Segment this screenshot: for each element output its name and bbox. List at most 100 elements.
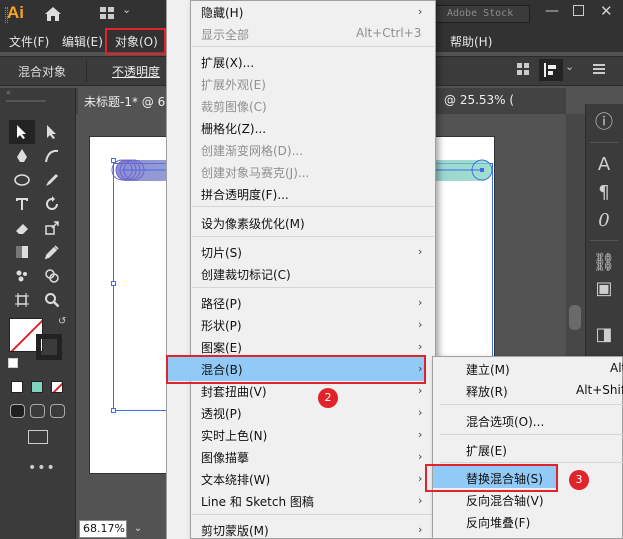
pencil-tool-icon[interactable] — [41, 169, 63, 191]
menu-item-show-all: 显示全部 — [201, 28, 250, 42]
color-mode-icon[interactable] — [11, 381, 23, 393]
workspace-layout-icon[interactable] — [100, 7, 114, 19]
submenu-arrow-icon: › — [418, 318, 423, 331]
menu-item-clipping-mask[interactable]: 剪切蒙版(M) — [201, 522, 269, 539]
panel-collapse-icon[interactable]: « — [0, 89, 76, 97]
selection-tool-icon[interactable] — [11, 121, 33, 143]
step-badge-3: 3 — [569, 470, 589, 490]
gradient-mode-icon[interactable] — [31, 381, 43, 393]
shortcut-make: Alt — [610, 361, 623, 375]
menu-item-crop-marks[interactable]: 创建裁切标记(C) — [201, 266, 291, 283]
submenu-item-reverse-stack[interactable]: 反向堆叠(F) — [466, 514, 530, 531]
close-icon[interactable]: ✕ — [600, 2, 613, 20]
submenu-item-release[interactable]: 释放(R) — [466, 383, 508, 400]
shape-builder-tool-icon[interactable] — [41, 265, 63, 287]
shortcut-show-all: Alt+Ctrl+3 — [356, 26, 422, 40]
step-badge-2: 2 — [318, 388, 338, 408]
chevron-down-icon[interactable]: ⌄ — [565, 60, 574, 73]
bbox-handle[interactable] — [111, 408, 116, 413]
submenu-arrow-icon: › — [418, 296, 423, 309]
align-toggle-button[interactable] — [539, 59, 563, 81]
gradient-tool-icon[interactable] — [11, 241, 33, 263]
menu-item-pixel-optimize[interactable]: 设为像素级优化(M) — [201, 215, 305, 232]
more-tools-icon[interactable]: ••• — [28, 460, 56, 476]
zoom-level-field[interactable]: 68.17% — [79, 520, 127, 538]
opentype-icon[interactable]: 0 — [585, 204, 623, 238]
menu-item-envelope-distort[interactable]: 封套扭曲(V) — [201, 383, 267, 400]
eyedropper-tool-icon[interactable] — [41, 241, 63, 263]
pen-tool-icon[interactable] — [11, 145, 33, 167]
menu-item-perspective[interactable]: 透视(P) — [201, 405, 242, 422]
scale-tool-icon[interactable] — [41, 217, 63, 239]
menu-item-live-paint[interactable]: 实时上色(N) — [201, 427, 267, 444]
menu-help[interactable]: 帮助(H) — [450, 33, 492, 50]
grid-icon[interactable] — [517, 63, 529, 75]
submenu-arrow-icon: › — [418, 523, 423, 536]
stroke-swatch[interactable] — [36, 334, 62, 360]
draw-inside-icon[interactable] — [50, 404, 65, 418]
direct-selection-tool-icon[interactable] — [41, 121, 63, 143]
submenu-arrow-icon: › — [418, 494, 423, 507]
shortcut-release: Alt+Shift — [576, 383, 623, 397]
submenu-item-expand[interactable]: 扩展(E) — [466, 442, 507, 459]
minimize-icon[interactable]: — — [545, 3, 559, 19]
submenu-arrow-icon: › — [418, 406, 423, 419]
opacity-label[interactable]: 不透明度 — [112, 63, 160, 80]
menu-item-expand-appearance: 扩展外观(E) — [201, 78, 266, 92]
artboard-tool-icon[interactable] — [11, 289, 33, 311]
chevron-down-icon[interactable]: ⌄ — [130, 520, 146, 538]
properties-icon[interactable]: ⓘ — [585, 106, 623, 140]
home-icon[interactable] — [44, 6, 62, 22]
app-logo: Ai — [7, 3, 24, 22]
rotate-tool-icon[interactable] — [41, 193, 63, 215]
submenu-item-reverse-spine[interactable]: 反向混合轴(V) — [466, 492, 544, 509]
menu-item-flatten-transparency[interactable]: 拼合透明度(F)... — [201, 186, 289, 203]
submenu-item-blend-options[interactable]: 混合选项(O)... — [466, 413, 544, 430]
menu-item-line-sketch[interactable]: Line 和 Sketch 图稿 — [201, 493, 314, 510]
layers-icon[interactable]: ◨ — [585, 318, 623, 352]
chevron-down-icon[interactable]: ⌄ — [122, 3, 131, 16]
menu-separator — [192, 514, 434, 515]
menu-item-text-wrap[interactable]: 文本绕排(W) — [201, 471, 270, 488]
menu-item-pattern[interactable]: 图案(E) — [201, 339, 242, 356]
draw-behind-icon[interactable] — [30, 404, 45, 418]
zoom-tool-icon[interactable] — [41, 289, 63, 311]
tab-document-1[interactable]: 未标题-1* @ 6 — [78, 88, 170, 114]
menu-item-rasterize[interactable]: 栅格化(Z)... — [201, 120, 266, 137]
submenu-arrow-icon: › — [418, 450, 423, 463]
menu-item-crop-image: 裁剪图像(C) — [201, 100, 267, 114]
menu-item-hide[interactable]: 隐藏(H) — [201, 4, 243, 21]
ellipse-tool-icon[interactable] — [11, 169, 33, 191]
panel-menu-icon[interactable] — [593, 64, 605, 74]
menu-edit[interactable]: 编辑(E) — [62, 33, 103, 50]
curvature-tool-icon[interactable] — [41, 145, 63, 167]
none-mode-icon[interactable] — [51, 381, 63, 393]
submenu-item-make[interactable]: 建立(M) — [466, 361, 510, 378]
submenu-arrow-icon: › — [418, 5, 423, 18]
divider — [590, 142, 618, 143]
swap-fill-stroke-icon[interactable]: ↺ — [58, 316, 66, 327]
menu-item-slice[interactable]: 切片(S) — [201, 244, 242, 261]
default-colors-icon[interactable] — [8, 358, 18, 368]
type-tool-icon[interactable] — [11, 193, 33, 215]
maximize-icon[interactable] — [573, 5, 584, 16]
submenu-arrow-icon: › — [418, 384, 423, 397]
menu-separator — [192, 236, 434, 237]
bbox-handle[interactable] — [111, 281, 116, 286]
bbox-handle[interactable] — [111, 158, 116, 163]
eraser-tool-icon[interactable] — [11, 217, 33, 239]
screen-mode-icon[interactable] — [28, 430, 48, 444]
menu-item-image-trace[interactable]: 图像描摹 — [201, 449, 249, 466]
image-trace-icon[interactable]: ▣ — [585, 272, 623, 306]
scrollbar-thumb[interactable] — [569, 305, 581, 330]
menu-item-shape[interactable]: 形状(P) — [201, 317, 242, 334]
highlight-box-object-menu — [105, 28, 166, 55]
menu-item-gradient-mesh: 创建渐变网格(D)... — [201, 144, 304, 158]
symbol-sprayer-tool-icon[interactable] — [11, 265, 33, 287]
tab-document-2[interactable]: @ 25.53% ( — [438, 88, 566, 114]
menu-item-expand[interactable]: 扩展(X)... — [201, 54, 254, 71]
menu-item-path[interactable]: 路径(P) — [201, 295, 242, 312]
menu-file[interactable]: 文件(F) — [9, 33, 49, 50]
menu-gutter — [166, 0, 191, 539]
draw-normal-icon[interactable] — [10, 404, 25, 418]
